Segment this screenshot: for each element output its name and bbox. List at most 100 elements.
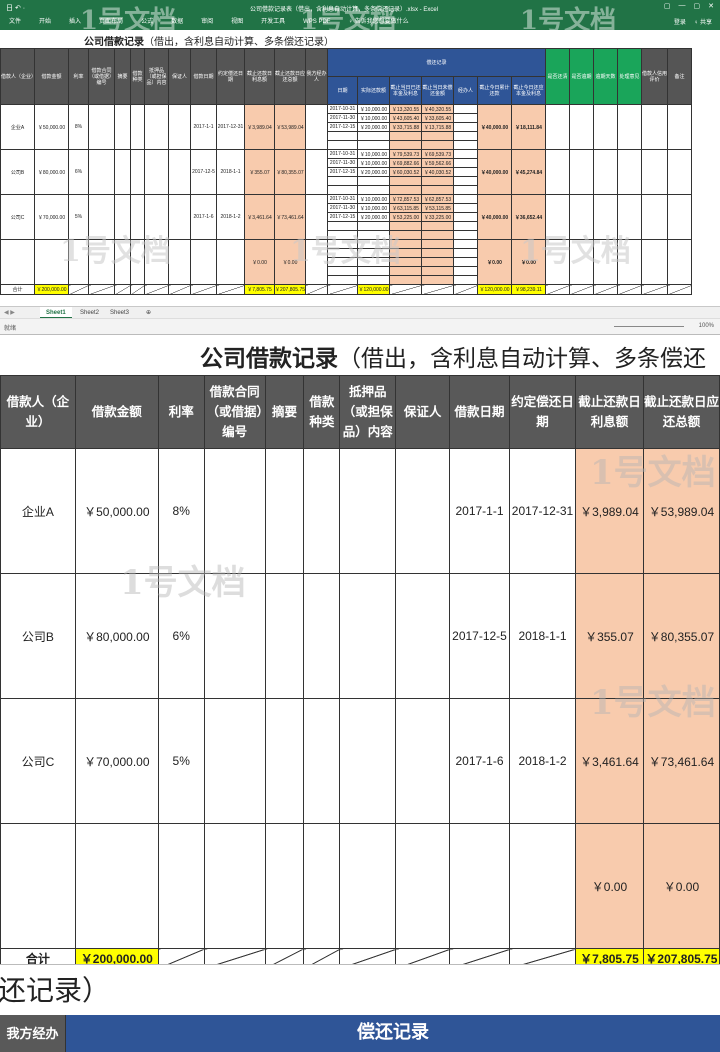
cell-loan-type[interactable]: [303, 823, 341, 949]
thumb-cell-repay[interactable]: ￥10,000.00: [357, 113, 391, 123]
cell-borrower[interactable]: 公司C: [0, 698, 76, 824]
thumb-cell-borrower[interactable]: [0, 239, 35, 285]
thumb-cell-empty[interactable]: [641, 149, 669, 195]
thumb-cell-empty[interactable]: [667, 149, 693, 195]
thumb-cell-repay[interactable]: [327, 140, 359, 150]
quick-access-toolbar[interactable]: 日 ↶ ·: [6, 3, 25, 13]
thumb-cell-empty[interactable]: [168, 194, 191, 240]
thumb-cell-repay[interactable]: ￥53,115.85: [421, 203, 455, 213]
thumb-cell-empty[interactable]: [130, 149, 145, 195]
zoom-slider[interactable]: [614, 326, 684, 327]
thumb-cell-loan-date[interactable]: [190, 239, 217, 285]
maximize-icon[interactable]: ▢: [694, 2, 701, 10]
thumb-cell-repay[interactable]: [389, 140, 423, 150]
thumb-total-amount[interactable]: ￥200,000.00: [34, 284, 69, 295]
cell-due-date[interactable]: 2017-12-31: [508, 448, 576, 574]
thumb-cell-repay[interactable]: [453, 167, 479, 177]
tab-scroll-arrows[interactable]: ◀ ▶: [4, 309, 15, 316]
thumb-cell-empty[interactable]: [641, 239, 669, 285]
cell-interest[interactable]: ￥0.00: [574, 823, 644, 949]
cell-guarantor[interactable]: [395, 823, 451, 949]
thumb-cell-paid[interactable]: ￥40,000.00: [477, 194, 513, 240]
cell-loan-date[interactable]: [449, 823, 510, 949]
thumb-cell-repay[interactable]: ￥10,000.00: [357, 104, 391, 114]
thumb-cell-repay[interactable]: ￥13,320.55: [389, 104, 423, 114]
thumb-cell-repay[interactable]: [453, 194, 479, 204]
thumb-cell-empty[interactable]: [130, 104, 145, 150]
thumb-cell-repay[interactable]: ￥72,857.53: [389, 194, 423, 204]
thumb-cell-repay[interactable]: [453, 149, 479, 159]
thumb-cell-repay[interactable]: [453, 275, 479, 285]
tab-review[interactable]: 审阅: [192, 16, 222, 28]
thumb-cell-empty[interactable]: [88, 104, 115, 150]
thumb-cell-repay[interactable]: [453, 266, 479, 276]
tab-file[interactable]: 文件: [0, 16, 30, 28]
thumb-cell-repay[interactable]: ￥62,857.53: [421, 194, 455, 204]
zoom-level[interactable]: 100%: [699, 323, 714, 329]
thumb-cell-interest[interactable]: ￥3,989.04: [244, 104, 275, 150]
cell-summary[interactable]: [264, 573, 305, 699]
thumb-cell-repay[interactable]: [421, 257, 455, 267]
thumb-cell-repay[interactable]: ￥10,000.00: [357, 149, 391, 159]
cell-guarantor[interactable]: [395, 698, 451, 824]
cell-contract-no[interactable]: [203, 698, 266, 824]
thumb-cell-repay[interactable]: 2017-10-31: [327, 104, 359, 114]
thumb-cell-repay[interactable]: [327, 275, 359, 285]
cell-loan-date[interactable]: 2017-1-1: [449, 448, 510, 574]
thumb-cell-repay[interactable]: [357, 185, 391, 195]
thumb-cell-interest[interactable]: ￥0.00: [244, 239, 275, 285]
thumb-cell-repay[interactable]: ￥20,000.00: [357, 212, 391, 222]
cell-guarantor[interactable]: [395, 573, 451, 699]
thumb-cell-repay[interactable]: ￥10,000.00: [357, 203, 391, 213]
thumb-cell-paid[interactable]: ￥0.00: [477, 239, 513, 285]
thumb-cell-rate[interactable]: 6%: [68, 149, 89, 195]
thumb-cell-repay[interactable]: 2017-10-31: [327, 194, 359, 204]
thumb-cell-empty[interactable]: [617, 149, 643, 195]
thumb-cell-repay[interactable]: [389, 185, 423, 195]
cell-amount[interactable]: ￥70,000.00: [74, 698, 159, 824]
thumb-cell-repay[interactable]: ￥59,562.66: [421, 158, 455, 168]
thumb-cell-total[interactable]: ￥80,355.07: [273, 149, 307, 195]
thumb-cell-loan-date[interactable]: 2017-12-5: [190, 149, 217, 195]
close-icon[interactable]: ✕: [708, 2, 714, 10]
thumb-cell-repay[interactable]: ￥20,000.00: [357, 122, 391, 132]
thumb-cell-remain[interactable]: ￥45,274.84: [511, 149, 547, 195]
thumb-cell-empty[interactable]: [569, 104, 595, 150]
cell-loan-type[interactable]: [303, 573, 341, 699]
total-interest[interactable]: ￥7,805.75: [574, 948, 644, 964]
cell-contract-no[interactable]: [203, 823, 266, 949]
thumb-cell-repay[interactable]: 2017-10-31: [327, 149, 359, 159]
cell-due-date[interactable]: 2018-1-1: [508, 573, 576, 699]
thumb-cell-repay[interactable]: [421, 185, 455, 195]
thumb-cell-empty[interactable]: [617, 104, 643, 150]
thumb-cell-repay[interactable]: [453, 221, 479, 231]
thumb-cell-empty[interactable]: [114, 104, 131, 150]
cell-amount[interactable]: [74, 823, 159, 949]
thumb-cell-amount[interactable]: ￥50,000.00: [34, 104, 69, 150]
thumb-cell-empty[interactable]: [593, 104, 619, 150]
thumb-cell-repay[interactable]: ￥43,605.40: [389, 113, 423, 123]
thumb-cell-borrower[interactable]: 公司B: [0, 149, 35, 195]
thumb-total-interest[interactable]: ￥7,805.75: [244, 284, 275, 295]
thumb-cell-repay[interactable]: ￥79,539.73: [389, 149, 423, 159]
thumb-cell-repay[interactable]: 2017-12-15: [327, 212, 359, 222]
thumb-cell-empty[interactable]: [569, 149, 595, 195]
thumb-cell-empty[interactable]: [168, 149, 191, 195]
cell-rate[interactable]: [157, 823, 205, 949]
thumb-cell-repay[interactable]: [453, 158, 479, 168]
thumb-cell-repay[interactable]: [421, 266, 455, 276]
sign-in-button[interactable]: 登录: [674, 17, 686, 26]
cell-summary[interactable]: [264, 448, 305, 574]
cell-total-due[interactable]: ￥0.00: [642, 823, 720, 949]
thumb-cell-repay[interactable]: [453, 185, 479, 195]
thumb-cell-repay[interactable]: [421, 131, 455, 141]
thumb-cell-empty[interactable]: [593, 149, 619, 195]
thumb-cell-repay[interactable]: [453, 203, 479, 213]
thumb-cell-repay[interactable]: [357, 176, 391, 186]
thumb-cell-repay[interactable]: [453, 176, 479, 186]
thumb-cell-repay[interactable]: [421, 248, 455, 258]
thumb-cell-handler[interactable]: [305, 104, 329, 150]
thumb-cell-empty[interactable]: [88, 149, 115, 195]
cell-loan-type[interactable]: [303, 698, 341, 824]
cell-due-date[interactable]: [508, 823, 576, 949]
